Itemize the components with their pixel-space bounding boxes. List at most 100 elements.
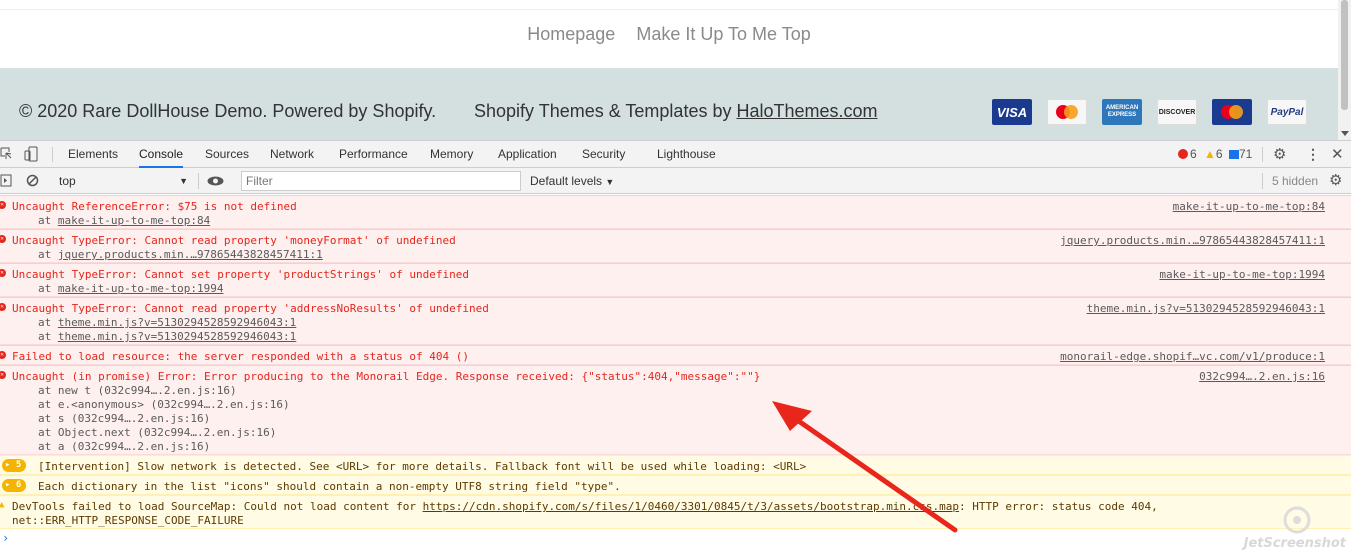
tab-lighthouse[interactable]: Lighthouse [657,141,716,168]
log-levels-dropdown[interactable]: Default levels ▼ [530,168,614,194]
sourcemap-url-link[interactable]: https://cdn.shopify.com/s/files/1/0460/3… [423,500,959,513]
watermark-logo-icon [1283,506,1311,534]
tab-application[interactable]: Application [498,141,557,168]
halothemes-link[interactable]: HaloThemes.com [736,101,877,121]
warning-message: DevTools failed to load SourceMap: Could… [12,500,1158,513]
error-source-link[interactable]: make-it-up-to-me-top:1994 [1159,268,1325,281]
mastercard-icon [1047,99,1087,125]
context-value: top [59,174,76,188]
close-devtools-icon[interactable]: ✕ [1331,145,1344,163]
copyright-text: © 2020 Rare DollHouse Demo. Powered by S… [19,101,437,121]
console-filter-input[interactable] [241,171,521,191]
page-scrollbar-thumb[interactable] [1341,0,1348,110]
console-prompt-icon[interactable]: › [2,531,9,545]
error-icon [1178,149,1188,159]
page-scrollbar[interactable] [1338,0,1351,140]
themes-prefix: Shopify Themes & Templates by [474,101,737,121]
console-warning-group[interactable]: ▸ 6 Each dictionary in the list "icons" … [0,475,1351,495]
themes-credit: Shopify Themes & Templates by HaloThemes… [474,101,878,122]
error-circle-icon: ✕ [0,303,6,311]
error-source-link[interactable]: make-it-up-to-me-top:84 [1173,200,1325,213]
tab-network[interactable]: Network [270,141,314,168]
error-circle-icon: ✕ [0,201,6,209]
error-source-link[interactable]: monorail-edge.shopif…vc.com/v1/produce:1 [1060,350,1325,363]
console-warning: ▲ DevTools failed to load SourceMap: Cou… [0,495,1351,529]
stack-frame[interactable]: at Object.next (032c994….2.en.js:16) [38,426,276,439]
tab-security[interactable]: Security [582,141,625,168]
console-settings-gear-icon[interactable]: ⚙ [1329,171,1342,189]
footer-bar: © 2020 Rare DollHouse Demo. Powered by S… [0,68,1338,140]
settings-gear-icon[interactable]: ⚙ [1273,145,1286,163]
error-message: Uncaught TypeError: Cannot set property … [12,268,469,281]
nav-link-make-it-up[interactable]: Make It Up To Me Top [636,24,810,44]
error-circle-icon: ✕ [0,269,6,277]
warning-count: 6 [1215,147,1223,161]
page-top-strip [0,0,1338,10]
stack-frame[interactable]: at e.<anonymous> (032c994….2.en.js:16) [38,398,290,411]
context-select[interactable]: top ▼ [54,172,196,190]
watermark: JetScreenshot [1238,505,1348,555]
divider [1262,147,1263,162]
error-message: Uncaught TypeError: Cannot read property… [12,302,489,315]
error-message: Uncaught ReferenceError: $75 is not defi… [12,200,297,213]
live-expression-eye-icon[interactable] [207,176,224,186]
console-error: ✕ Uncaught TypeError: Cannot set propert… [0,263,1351,297]
error-source-link[interactable]: 032c994….2.en.js:16 [1199,370,1325,383]
stack-frame[interactable]: at jquery.products.min.…9786544382845741… [38,248,323,261]
mastercard-dark-icon [1212,99,1252,125]
amex-icon: AMERICAN EXPRESS [1102,99,1142,125]
stack-frame[interactable]: at make-it-up-to-me-top:1994 [38,282,223,295]
clear-console-icon[interactable] [26,174,39,187]
chevron-down-icon: ▼ [605,177,615,187]
console-warning-group[interactable]: ▸ 5 [Intervention] Slow network is detec… [0,455,1351,475]
error-circle-icon: ✕ [0,351,6,359]
issue-counts[interactable]: 6 ▲6 71 [1178,141,1252,168]
scroll-down-arrow-icon[interactable] [1341,131,1349,136]
error-circle-icon: ✕ [0,371,6,379]
repeat-count-badge: ▸ 6 [2,479,26,492]
tab-performance[interactable]: Performance [339,141,408,168]
warning-triangle-icon: ▲ [0,500,5,510]
stack-frame[interactable]: at theme.min.js?v=5130294528592946043:1 [38,330,296,343]
divider [198,173,199,189]
chevron-down-icon: ▼ [179,176,188,186]
console-error: ✕ Failed to load resource: the server re… [0,345,1351,365]
web-page: Homepage Make It Up To Me Top © 2020 Rar… [0,0,1338,140]
repeat-count-badge: ▸ 5 [2,459,26,472]
tab-console[interactable]: Console [139,141,184,168]
console-messages: ✕ Uncaught ReferenceError: $75 is not de… [0,195,1351,558]
watermark-text: JetScreenshot [1243,536,1346,551]
error-circle-icon: ✕ [0,235,6,243]
console-error: ✕ Uncaught ReferenceError: $75 is not de… [0,195,1351,229]
paypal-icon: PayPal [1267,99,1307,125]
error-source-link[interactable]: theme.min.js?v=5130294528592946043:1 [1087,302,1325,315]
devtools-tabbar: Elements Console Sources Network Perform… [0,141,1351,168]
tab-memory[interactable]: Memory [430,141,473,168]
error-source-link[interactable]: jquery.products.min.…97865443828457411:1 [1060,234,1325,247]
error-message: Uncaught (in promise) Error: Error produ… [12,370,761,383]
console-toolbar: top ▼ Default levels ▼ 5 hidden ⚙ [0,168,1351,194]
stack-frame[interactable]: at theme.min.js?v=5130294528592946043:1 [38,316,296,329]
info-count: 71 [1238,147,1253,161]
discover-icon: DISCOVER [1157,99,1197,125]
error-message: Uncaught TypeError: Cannot read property… [12,234,456,247]
divider [1262,173,1263,189]
tab-elements[interactable]: Elements [68,141,118,168]
error-count: 6 [1190,147,1197,161]
error-message: Failed to load resource: the server resp… [12,350,469,363]
more-options-icon[interactable]: ⋮ [1306,146,1320,163]
devtools-panel: Elements Console Sources Network Perform… [0,140,1351,558]
stack-frame[interactable]: at make-it-up-to-me-top:84 [38,214,210,227]
tab-sources[interactable]: Sources [205,141,249,168]
console-error: ✕ Uncaught TypeError: Cannot read proper… [0,229,1351,263]
warning-message: [Intervention] Slow network is detected.… [38,460,807,473]
stack-frame[interactable]: at s (032c994….2.en.js:16) [38,412,210,425]
sidebar-toggle-icon[interactable] [0,174,12,187]
stack-frame[interactable]: at new t (032c994….2.en.js:16) [38,384,237,397]
hidden-messages-count: 5 hidden [1272,174,1319,188]
footer-nav: Homepage Make It Up To Me Top [0,24,1338,45]
nav-link-homepage[interactable]: Homepage [527,24,615,44]
device-toolbar-icon[interactable] [24,146,38,162]
inspect-element-icon[interactable] [0,147,12,161]
stack-frame[interactable]: at a (032c994….2.en.js:16) [38,440,210,453]
